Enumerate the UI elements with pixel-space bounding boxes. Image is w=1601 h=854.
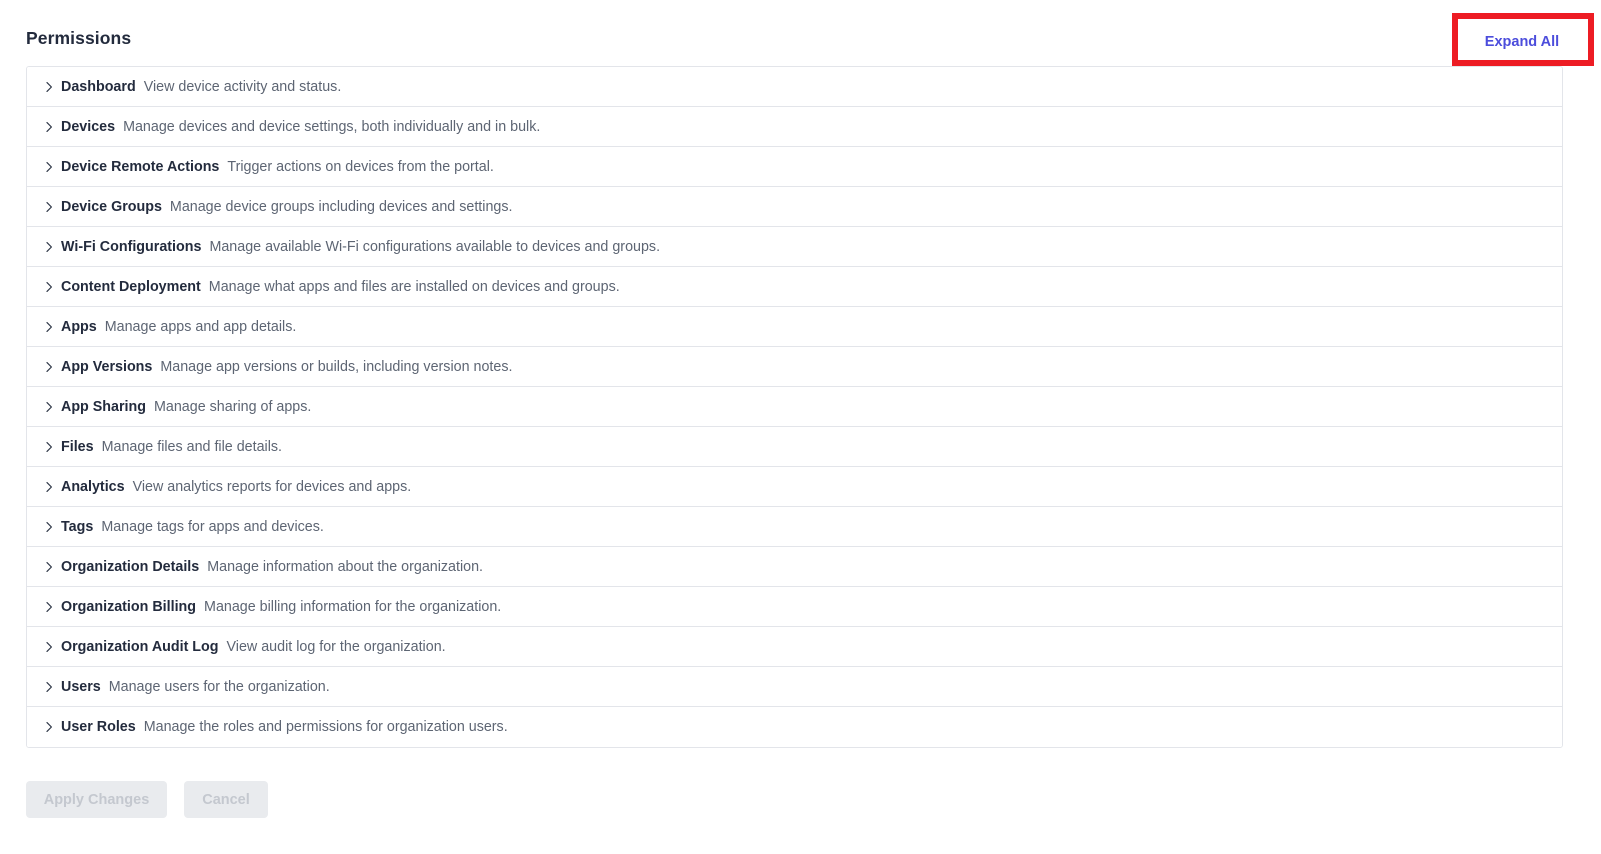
chevron-right-icon[interactable]: [41, 399, 57, 415]
permission-row[interactable]: Tags Manage tags for apps and devices.: [27, 507, 1562, 547]
permission-name: Content Deployment: [61, 278, 201, 295]
permission-description: View analytics reports for devices and a…: [132, 478, 412, 495]
chevron-right-icon[interactable]: [41, 519, 57, 535]
permission-description: Manage files and file details.: [101, 438, 283, 455]
permission-row[interactable]: Device Remote Actions Trigger actions on …: [27, 147, 1562, 187]
permission-description: Trigger actions on devices from the port…: [227, 158, 494, 175]
chevron-right-icon[interactable]: [41, 479, 57, 495]
permission-description: Manage the roles and permissions for org…: [143, 719, 508, 735]
permission-name: Organization Audit Log: [61, 638, 219, 655]
permission-row[interactable]: Files Manage files and file details.: [27, 427, 1562, 467]
permission-name: Apps: [61, 318, 97, 335]
permission-name: Files: [61, 438, 94, 455]
permission-name: Devices: [61, 118, 116, 135]
permission-row[interactable]: Analytics View analytics reports for devi…: [27, 467, 1562, 507]
permission-name: User Roles: [61, 719, 136, 735]
permission-description: Manage what apps and files are installed…: [208, 278, 620, 295]
permission-description: Manage app versions or builds, including…: [160, 358, 513, 375]
permission-row[interactable]: Users Manage users for the organization.: [27, 667, 1562, 707]
permissions-page: Permissions Expand All Dashboard View dev…: [0, 0, 1601, 854]
permission-description: Manage apps and app details.: [104, 318, 297, 335]
permission-row[interactable]: Organization Billing Manage billing infor…: [27, 587, 1562, 627]
chevron-right-icon[interactable]: [41, 279, 57, 295]
permission-row[interactable]: Content Deployment Manage what apps and f…: [27, 267, 1562, 307]
footer-actions: Apply Changes Cancel: [26, 781, 268, 818]
permission-row[interactable]: User Roles Manage the roles and permissio…: [27, 707, 1562, 747]
apply-changes-button[interactable]: Apply Changes: [26, 781, 167, 818]
chevron-right-icon[interactable]: [41, 359, 57, 375]
expand-all-button[interactable]: Expand All: [1459, 30, 1585, 54]
permission-row[interactable]: Wi-Fi Configurations Manage available Wi-…: [27, 227, 1562, 267]
permission-description: Manage devices and device settings, both…: [123, 118, 541, 135]
page-title: Permissions: [26, 28, 132, 48]
permission-name: Users: [61, 678, 101, 695]
permission-row[interactable]: Devices Manage devices and device setting…: [27, 107, 1562, 147]
permission-description: Manage tags for apps and devices.: [101, 518, 324, 535]
permission-name: Tags: [61, 518, 94, 535]
permission-description: Manage available Wi-Fi configurations av…: [209, 238, 661, 255]
chevron-right-icon[interactable]: [41, 719, 57, 735]
permission-row[interactable]: App Sharing Manage sharing of apps.: [27, 387, 1562, 427]
chevron-right-icon[interactable]: [41, 639, 57, 655]
permission-description: View audit log for the organization.: [226, 638, 446, 655]
chevron-right-icon[interactable]: [41, 199, 57, 215]
chevron-right-icon[interactable]: [41, 159, 57, 175]
permission-row[interactable]: Organization Audit Log View audit log for…: [27, 627, 1562, 667]
chevron-right-icon[interactable]: [41, 559, 57, 575]
permission-description: Manage users for the organization.: [108, 678, 330, 695]
permission-name: App Sharing: [61, 398, 146, 415]
permission-name: Wi-Fi Configurations: [61, 238, 202, 255]
permission-description: View device activity and status.: [143, 78, 342, 95]
permission-row[interactable]: Dashboard View device activity and status…: [27, 67, 1562, 107]
permission-name: Device Groups: [61, 198, 162, 215]
permission-name: Device Remote Actions: [61, 158, 220, 175]
permission-name: Dashboard: [61, 78, 136, 95]
permission-name: Organization Billing: [61, 598, 197, 615]
chevron-right-icon[interactable]: [41, 119, 57, 135]
permission-name: App Versions: [61, 358, 153, 375]
permission-row[interactable]: Organization Details Manage information a…: [27, 547, 1562, 587]
permission-description: Manage sharing of apps.: [154, 398, 312, 415]
permission-row[interactable]: Device Groups Manage device groups includ…: [27, 187, 1562, 227]
permission-name: Analytics: [61, 478, 125, 495]
chevron-right-icon[interactable]: [41, 79, 57, 95]
cancel-button[interactable]: Cancel: [184, 781, 268, 818]
chevron-right-icon[interactable]: [41, 239, 57, 255]
permission-description: Manage information about the organizatio…: [207, 558, 484, 575]
chevron-right-icon[interactable]: [41, 679, 57, 695]
chevron-right-icon[interactable]: [41, 599, 57, 615]
permission-name: Organization Details: [61, 558, 200, 575]
permission-description: Manage billing information for the organ…: [204, 598, 502, 615]
permission-row[interactable]: Apps Manage apps and app details.: [27, 307, 1562, 347]
chevron-right-icon[interactable]: [41, 319, 57, 335]
permissions-header: Permissions Expand All: [0, 0, 1601, 66]
permission-description: Manage device groups including devices a…: [169, 198, 513, 215]
chevron-right-icon[interactable]: [41, 439, 57, 455]
permissions-list: Dashboard View device activity and status…: [26, 66, 1563, 748]
permission-row[interactable]: App Versions Manage app versions or build…: [27, 347, 1562, 387]
